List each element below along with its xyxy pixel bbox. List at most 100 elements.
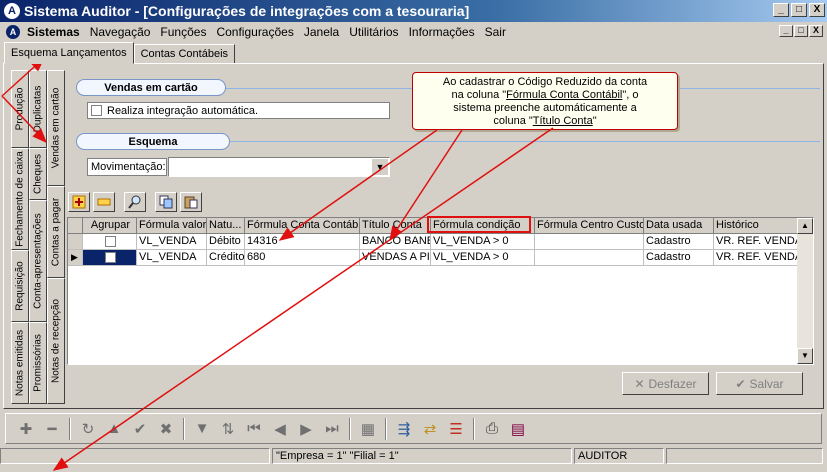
insert-record-icon[interactable]: ✚ bbox=[14, 417, 38, 441]
menu-janela[interactable]: Janela bbox=[299, 25, 344, 39]
cell-historico[interactable]: VR. REF. VENDA bbox=[714, 250, 801, 266]
menu-funcoes[interactable]: Funções bbox=[155, 25, 211, 39]
filter-icon[interactable]: ▼ bbox=[190, 417, 214, 441]
cell-agrupar[interactable] bbox=[83, 234, 137, 250]
vtab-requisicao[interactable]: Requisição bbox=[11, 250, 29, 322]
checkbox-box[interactable] bbox=[91, 105, 102, 116]
auto-integration-checkbox[interactable]: Realiza integração automática. bbox=[87, 102, 390, 119]
vtab-notas-emitidas[interactable]: Notas emitidas bbox=[11, 322, 29, 404]
movimentacao-select[interactable]: ▼ bbox=[168, 157, 390, 177]
chevron-down-icon[interactable]: ▼ bbox=[372, 159, 388, 175]
cell-natureza[interactable]: Débito bbox=[207, 234, 245, 250]
table-row[interactable]: VL_VENDA Débito 14316 BANCO BANE VL_VEND… bbox=[68, 234, 801, 250]
report-icon[interactable]: ☰ bbox=[444, 417, 468, 441]
cell-data[interactable]: Cadastro bbox=[644, 250, 714, 266]
print-icon[interactable]: ⎙ bbox=[480, 417, 504, 441]
cell-condicao[interactable]: VL_VENDA > 0 bbox=[431, 234, 535, 250]
cell-titulo[interactable]: VENDAS A PI bbox=[360, 250, 431, 266]
vtab-promissorias[interactable]: Promissórias bbox=[29, 322, 47, 404]
vtab-cheques[interactable]: Cheques bbox=[29, 148, 47, 200]
cell-centro[interactable] bbox=[535, 234, 644, 250]
col-agrupar[interactable]: Agrupar bbox=[83, 218, 137, 234]
scroll-down-icon[interactable]: ▼ bbox=[797, 348, 813, 364]
mdi-restore-button[interactable]: □ bbox=[794, 25, 808, 37]
cell-historico[interactable]: VR. REF. VENDA bbox=[714, 234, 801, 250]
status-empresa-filial: "Empresa = 1" "Filial = 1" bbox=[272, 448, 572, 464]
vtab-notas-recepcao[interactable]: Notas de recepção bbox=[47, 278, 65, 404]
vtab-duplicatas[interactable]: Duplicatas bbox=[29, 70, 47, 148]
col-historico[interactable]: Histórico bbox=[714, 218, 801, 234]
prior-record-icon[interactable]: ◀ bbox=[268, 417, 292, 441]
minimize-button[interactable]: _ bbox=[773, 3, 789, 17]
cell-condicao[interactable]: VL_VENDA > 0 bbox=[431, 250, 535, 266]
menu-sair[interactable]: Sair bbox=[480, 25, 511, 39]
navigator-bar: ✚ ━ ↻ ▲ ✔ ✖ ▼ ⇅ ⏮ ◀ ▶ ⏭ ▦ ⇶ ⇄ ☰ ⎙ ▤ bbox=[5, 413, 822, 444]
cancel-record-icon[interactable]: ✖ bbox=[154, 417, 178, 441]
vtab-vendas-cartao[interactable]: Vendas em cartão bbox=[47, 70, 65, 186]
grid-scrollbar[interactable]: ▲ ▼ bbox=[797, 218, 813, 364]
salvar-button[interactable]: ✔ Salvar bbox=[716, 372, 803, 395]
next-record-icon[interactable]: ▶ bbox=[294, 417, 318, 441]
cell-formula-valor[interactable]: VL_VENDA bbox=[137, 234, 207, 250]
main-tabs: Esquema Lançamentos Contas Contábeis bbox=[4, 42, 236, 64]
close-button[interactable]: X bbox=[809, 3, 825, 17]
menu-navegacao[interactable]: Navegação bbox=[85, 25, 156, 39]
agrupar-checkbox[interactable] bbox=[105, 236, 116, 247]
col-natureza[interactable]: Natu... bbox=[207, 218, 245, 234]
last-record-icon[interactable]: ⏭ bbox=[320, 417, 344, 441]
system-menu-icon[interactable]: A bbox=[6, 24, 20, 39]
vtab-producao[interactable]: Produção bbox=[11, 70, 29, 148]
grid-toolbar bbox=[68, 192, 202, 212]
paste-icon[interactable] bbox=[180, 192, 202, 212]
col-titulo-conta[interactable]: Título Conta bbox=[360, 218, 431, 234]
refresh-icon[interactable]: ↻ bbox=[76, 417, 100, 441]
add-row-icon[interactable] bbox=[68, 192, 90, 212]
maximize-button[interactable]: □ bbox=[791, 3, 807, 17]
cell-agrupar[interactable] bbox=[83, 250, 137, 266]
copy-icon[interactable] bbox=[155, 192, 177, 212]
menu-utilitarios[interactable]: Utilitários bbox=[344, 25, 403, 39]
table-row[interactable]: ▶ VL_VENDA Crédito 680 VENDAS A PI VL_VE… bbox=[68, 250, 801, 266]
cell-natureza[interactable]: Crédito bbox=[207, 250, 245, 266]
col-data-usada[interactable]: Data usada bbox=[644, 218, 714, 234]
export-icon[interactable]: ⇶ bbox=[392, 417, 416, 441]
col-formula-centro-custo[interactable]: Fórmula Centro Custo bbox=[535, 218, 644, 234]
col-formula-conta-contabil[interactable]: Fórmula Conta Contábil bbox=[245, 218, 360, 234]
movimentacao-label: Movimentação: bbox=[91, 161, 166, 173]
undo-icon: ✕ bbox=[634, 376, 645, 391]
col-formula-valor[interactable]: Fórmula valor bbox=[137, 218, 207, 234]
cell-centro[interactable] bbox=[535, 250, 644, 266]
post-record-icon[interactable]: ✔ bbox=[128, 417, 152, 441]
cell-formula-valor[interactable]: VL_VENDA bbox=[137, 250, 207, 266]
calculator-icon[interactable]: ▦ bbox=[356, 417, 380, 441]
tab-contas-contabeis[interactable]: Contas Contábeis bbox=[133, 44, 236, 64]
menu-informacoes[interactable]: Informações bbox=[404, 25, 480, 39]
menu-configuracoes[interactable]: Configurações bbox=[211, 25, 298, 39]
cell-titulo[interactable]: BANCO BANE bbox=[360, 234, 431, 250]
scroll-up-icon[interactable]: ▲ bbox=[797, 218, 813, 234]
vtab-conta-apresentacoes[interactable]: Conta-apresentações bbox=[29, 200, 47, 322]
remove-row-icon[interactable] bbox=[93, 192, 115, 212]
mdi-close-button[interactable]: X bbox=[809, 25, 823, 37]
sort-icon[interactable]: ⇅ bbox=[216, 417, 240, 441]
vtab-contas-pagar[interactable]: Contas a pagar bbox=[47, 186, 65, 278]
mdi-minimize-button[interactable]: _ bbox=[779, 25, 793, 37]
calendar-icon[interactable]: ▤ bbox=[506, 417, 530, 441]
first-record-icon[interactable]: ⏮ bbox=[242, 417, 266, 441]
current-row-arrow-icon: ▶ bbox=[68, 250, 83, 266]
vtab-fechamento-caixa[interactable]: Fechamento de caixa bbox=[11, 148, 29, 250]
transfer-icon[interactable]: ⇄ bbox=[418, 417, 442, 441]
cell-conta[interactable]: 680 bbox=[245, 250, 360, 266]
delete-record-icon[interactable]: ━ bbox=[40, 417, 64, 441]
cell-data[interactable]: Cadastro bbox=[644, 234, 714, 250]
agrupar-checkbox[interactable] bbox=[105, 252, 116, 263]
cell-conta[interactable]: 14316 bbox=[245, 234, 360, 250]
desfazer-button[interactable]: ✕ Desfazer bbox=[622, 372, 709, 395]
esquema-grid[interactable]: Agrupar Fórmula valor Natu... Fórmula Co… bbox=[67, 217, 814, 365]
search-icon[interactable] bbox=[124, 192, 146, 212]
edit-record-icon[interactable]: ▲ bbox=[102, 417, 126, 441]
menu-sistemas[interactable]: Sistemas bbox=[22, 25, 85, 39]
checkbox-label: Realiza integração automática. bbox=[107, 104, 259, 117]
tab-esquema-lancamentos[interactable]: Esquema Lançamentos bbox=[4, 42, 134, 64]
highlight-formula-condicao bbox=[427, 216, 531, 233]
